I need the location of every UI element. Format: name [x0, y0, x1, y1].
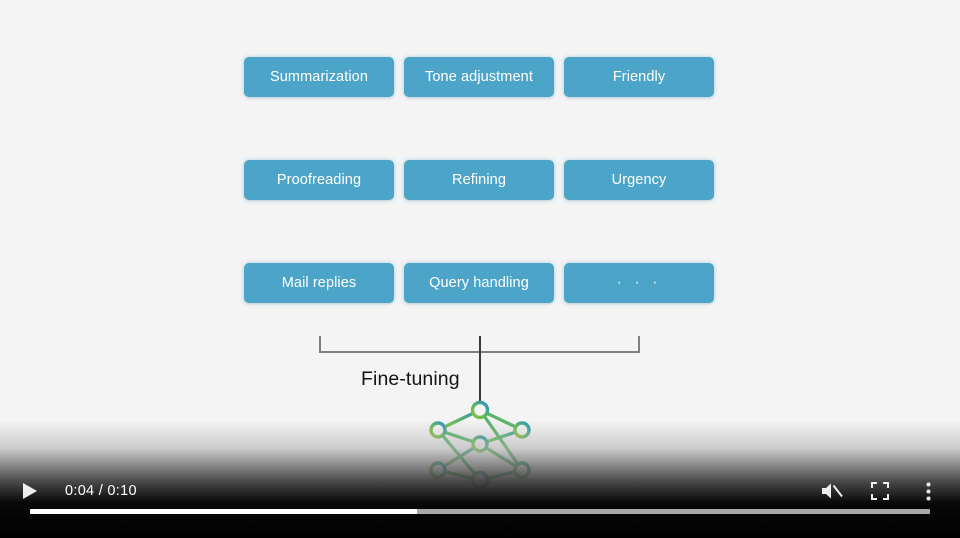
play-icon	[21, 482, 38, 500]
chip-label: · · ·	[616, 274, 662, 291]
chip-label: Urgency	[611, 172, 667, 188]
video-frame-content: Summarization Tone adjustment Friendly P…	[0, 0, 960, 538]
chip-label: Query handling	[429, 275, 529, 291]
progress-played	[30, 508, 417, 514]
chip-proofreading: Proofreading	[244, 160, 394, 200]
volume-muted-icon	[820, 480, 844, 502]
chip-more-ellipsis: · · ·	[564, 263, 714, 303]
chip-friendly: Friendly	[564, 57, 714, 97]
chip-mail-replies: Mail replies	[244, 263, 394, 303]
bracket-stem-line	[479, 336, 481, 404]
chip-label: Mail replies	[281, 275, 357, 291]
chip-row-2: Proofreading Refining Urgency	[244, 160, 714, 200]
kebab-menu-icon	[926, 482, 931, 501]
chip-label: Summarization	[270, 69, 368, 85]
chip-summarization: Summarization	[244, 57, 394, 97]
chip-query-handling: Query handling	[404, 263, 554, 303]
chip-label: Refining	[452, 172, 506, 188]
fullscreen-icon	[871, 482, 889, 500]
capability-chip-grid: Summarization Tone adjustment Friendly P…	[244, 57, 714, 303]
chip-urgency: Urgency	[564, 160, 714, 200]
progress-bar[interactable]	[0, 506, 960, 516]
video-player: Summarization Tone adjustment Friendly P…	[0, 0, 960, 538]
chip-row-1: Summarization Tone adjustment Friendly	[244, 57, 714, 97]
chip-label: Proofreading	[276, 172, 362, 188]
chip-tone-adjustment: Tone adjustment	[404, 57, 554, 97]
chip-label: Tone adjustment	[425, 69, 533, 85]
progress-track[interactable]	[30, 508, 930, 514]
time-display: 0:04 / 0:10	[65, 483, 137, 499]
fine-tuning-label: Fine-tuning	[361, 368, 460, 390]
chip-refining: Refining	[404, 160, 554, 200]
player-controls: 0:04 / 0:10	[0, 468, 960, 538]
chip-row-3: Mail replies Query handling · · ·	[244, 263, 714, 303]
chip-label: Friendly	[612, 69, 666, 85]
